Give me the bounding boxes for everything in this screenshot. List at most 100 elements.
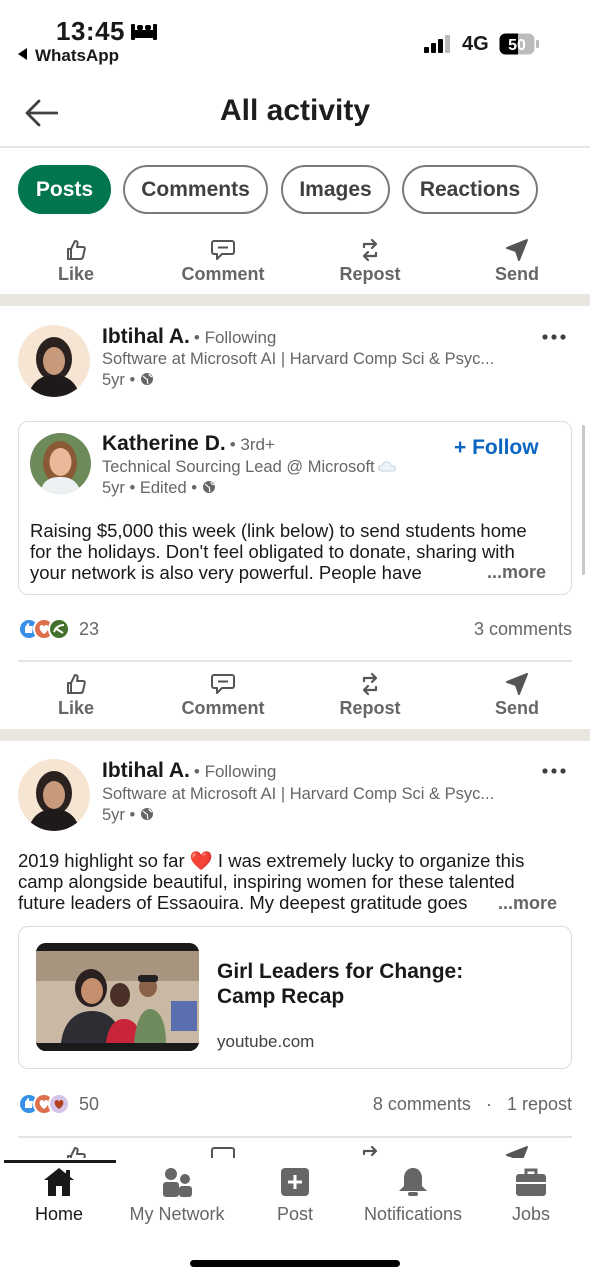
nav-jobs[interactable]: Jobs (472, 1166, 590, 1225)
post-author[interactable]: Ibtihal A. • Following (102, 325, 276, 349)
repost-button[interactable]: Repost (300, 238, 440, 285)
post-text-line: camp alongside beautiful, inspiring wome… (18, 871, 515, 892)
follow-button[interactable]: + Follow (454, 436, 539, 460)
like-button[interactable]: Like (6, 672, 146, 719)
scrollbar[interactable] (582, 425, 585, 575)
thumbs-up-icon (67, 240, 86, 260)
comment-count[interactable]: 8 comments (373, 1094, 471, 1114)
reshared-author-avatar[interactable] (30, 433, 91, 494)
more-options-icon[interactable] (542, 334, 566, 340)
post-text-line: for the holidays. Don't feel obligated t… (30, 541, 515, 562)
repost-count[interactable]: 1 repost (507, 1094, 572, 1114)
globe-icon (140, 808, 153, 820)
send-button[interactable]: Send (447, 672, 587, 719)
status-time: 13:45 (56, 16, 125, 46)
post-actions: Like Comment Repost Send (0, 672, 590, 732)
filter-reactions[interactable]: Reactions (402, 165, 538, 214)
nav-post[interactable]: Post (236, 1166, 354, 1225)
author-avatar[interactable] (18, 325, 90, 397)
reaction-icons[interactable] (18, 1092, 78, 1116)
feed-separator (0, 729, 590, 741)
comment-button[interactable] (153, 1145, 293, 1159)
send-icon (506, 1146, 528, 1159)
author-headline: Software at Microsoft AI | Harvard Comp … (102, 785, 495, 803)
link-title-line: Camp Recap (217, 985, 345, 1008)
nav-my-network-label: My Network (129, 1204, 225, 1224)
send-label: Send (494, 698, 539, 718)
reaction-count[interactable]: 23 (79, 619, 99, 640)
comment-icon (211, 674, 235, 694)
like-label: Like (57, 698, 95, 718)
globe-icon (202, 481, 215, 493)
bell-icon (399, 1168, 427, 1196)
battery-level: 50 (508, 37, 526, 54)
reshared-headline-text: Technical Sourcing Lead @ Microsoft (102, 458, 375, 476)
post-age-text: 5yr • (102, 806, 136, 824)
see-more-link[interactable]: ...more (483, 562, 547, 583)
nav-home[interactable]: Home (0, 1166, 118, 1225)
send-button[interactable] (447, 1145, 587, 1159)
post-age: 5yr • (102, 371, 154, 390)
divider (18, 660, 572, 662)
post-actions: Like Comment Repost Send (0, 238, 590, 298)
repost-icon (362, 672, 378, 696)
comment-button[interactable]: Comment (153, 238, 293, 285)
author-name: Ibtihal A. (102, 325, 190, 348)
nav-post-label: Post (276, 1204, 314, 1224)
more-options-icon[interactable] (542, 768, 566, 774)
comment-icon (211, 1147, 235, 1159)
post-text-line: future leaders of Essaouira. My deepest … (18, 892, 468, 913)
nav-my-network[interactable]: My Network (118, 1166, 236, 1225)
post-text-line: your network is also very powerful. Peop… (30, 562, 422, 583)
relation-label: • Following (193, 328, 277, 347)
repost-icon (362, 1145, 378, 1157)
back-to-app-link[interactable]: WhatsApp (18, 46, 119, 66)
post-actions-partial (0, 1145, 590, 1159)
see-more-link[interactable]: ...more (494, 893, 558, 914)
send-icon (506, 673, 528, 695)
comment-count[interactable]: 3 comments (474, 619, 572, 640)
reshared-post-card[interactable]: Katherine D. • 3rd+ + Follow Technical So… (18, 421, 572, 595)
relation-label: • Following (193, 762, 277, 781)
post-author[interactable]: Ibtihal A. • Following (102, 759, 276, 783)
reshared-author[interactable]: Katherine D. • 3rd+ (102, 432, 275, 456)
nav-home-label: Home (34, 1204, 83, 1224)
battery-icon: 50 (499, 33, 539, 55)
home-indicator[interactable] (190, 1260, 400, 1267)
filter-comments[interactable]: Comments (123, 165, 268, 214)
reshared-author-name: Katherine D. (102, 432, 226, 455)
nav-jobs-label: Jobs (511, 1204, 551, 1224)
reaction-count[interactable]: 50 (79, 1094, 99, 1115)
post-age: 5yr • (102, 806, 154, 825)
author-headline: Software at Microsoft AI | Harvard Comp … (102, 350, 495, 368)
briefcase-icon (516, 1168, 546, 1196)
connection-degree: • 3rd+ (229, 435, 275, 454)
comment-label: Comment (181, 698, 265, 718)
active-tab-indicator (4, 1160, 116, 1163)
repost-button[interactable]: Repost (300, 672, 440, 719)
post-text-line: Raising $5,000 this week (link below) to… (30, 520, 527, 541)
thumbs-up-icon (67, 674, 86, 694)
filter-posts[interactable]: Posts (18, 165, 111, 214)
send-button[interactable]: Send (447, 238, 587, 285)
nav-notifications[interactable]: Notifications (354, 1166, 472, 1225)
repost-button[interactable] (300, 1145, 440, 1159)
filter-images[interactable]: Images (281, 165, 390, 214)
send-icon (506, 239, 528, 261)
like-button[interactable]: Like (6, 238, 146, 285)
link-title-line: Girl Leaders for Change: (217, 960, 464, 983)
comment-icon (211, 240, 235, 260)
back-triangle-icon (18, 48, 27, 60)
engagement-meta: 8 comments · 1 repost (373, 1094, 572, 1115)
like-button[interactable] (6, 1145, 146, 1159)
repost-icon (362, 238, 378, 262)
status-bar: 13:45 WhatsApp 4G 50 (0, 0, 590, 70)
reshared-post-age: 5yr • Edited • (102, 479, 216, 498)
author-avatar[interactable] (18, 759, 90, 831)
cellular-signal-icon (424, 35, 450, 53)
reaction-icons[interactable] (18, 617, 78, 641)
comment-button[interactable]: Comment (153, 672, 293, 719)
reshared-post-text: Raising $5,000 this week (link below) to… (30, 520, 560, 583)
video-thumbnail[interactable] (36, 943, 199, 1051)
link-preview-card[interactable]: Girl Leaders for Change: Camp Recap yout… (18, 926, 572, 1069)
